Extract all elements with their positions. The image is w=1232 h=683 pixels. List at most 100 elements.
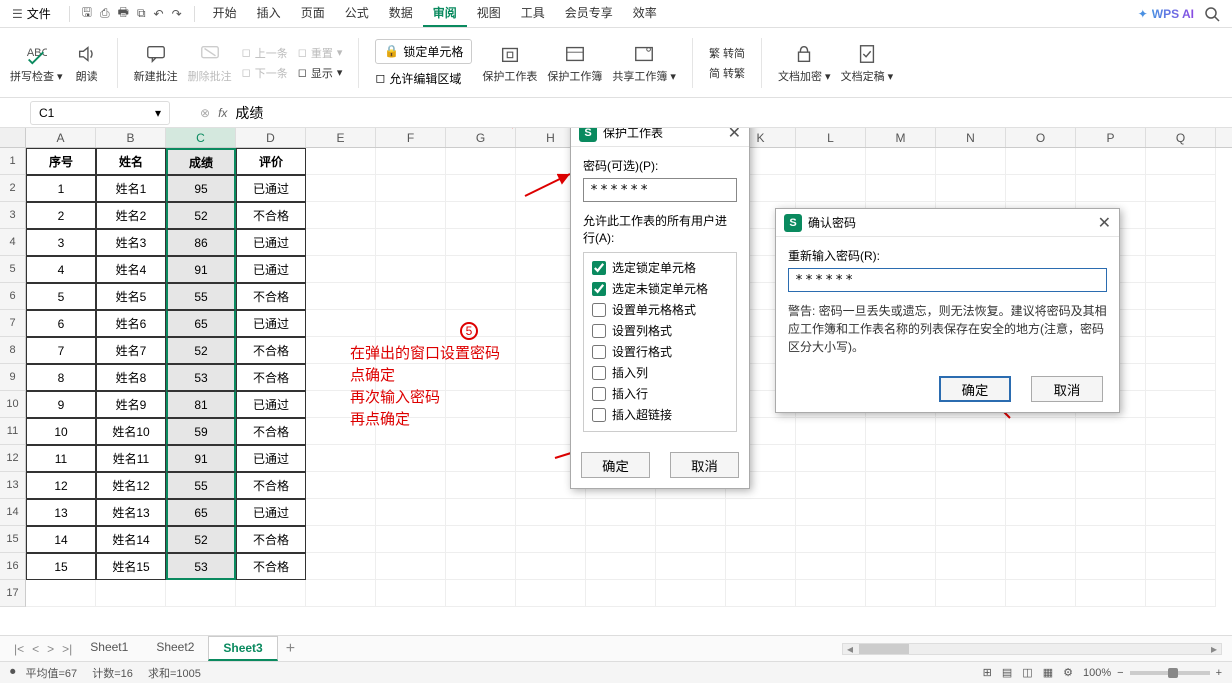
permission-checkbox[interactable] — [592, 303, 606, 317]
doc-encrypt-button[interactable]: 文档加密 ▾ — [778, 42, 831, 84]
cell[interactable] — [656, 553, 726, 580]
menu-tab-工具[interactable]: 工具 — [511, 0, 555, 27]
cell[interactable] — [936, 175, 1006, 202]
cell[interactable] — [376, 526, 446, 553]
read-aloud-button[interactable]: 朗读 — [73, 42, 101, 84]
cell[interactable]: 姓名1 — [96, 175, 166, 202]
cell[interactable] — [376, 175, 446, 202]
cell[interactable] — [1076, 526, 1146, 553]
cell[interactable]: 53 — [166, 553, 236, 580]
cell[interactable]: 55 — [166, 472, 236, 499]
file-menu[interactable]: 文件 — [27, 5, 51, 22]
cell[interactable] — [376, 148, 446, 175]
permission-item[interactable]: 插入列 — [588, 362, 732, 383]
cell[interactable]: 10 — [26, 418, 96, 445]
cell[interactable] — [1146, 337, 1216, 364]
cell[interactable] — [796, 148, 866, 175]
zoom-out-icon[interactable]: − — [1117, 667, 1123, 679]
permission-item[interactable]: 设置列格式 — [588, 320, 732, 341]
cell[interactable] — [376, 499, 446, 526]
cell[interactable]: 不合格 — [236, 472, 306, 499]
protect-workbook-button[interactable]: 保护工作簿 — [547, 42, 602, 84]
menu-tab-插入[interactable]: 插入 — [247, 0, 291, 27]
spreadsheet-grid[interactable]: ABCDEFGHIJKLMNOPQ 1序号姓名成绩评价21姓名195已通过32姓… — [0, 128, 1232, 608]
cell[interactable] — [446, 580, 516, 607]
row-header[interactable]: 1 — [0, 148, 26, 175]
scroll-thumb[interactable] — [859, 644, 909, 654]
cell[interactable] — [446, 472, 516, 499]
cell[interactable]: 已通过 — [236, 499, 306, 526]
select-all-corner[interactable] — [0, 128, 26, 147]
cell[interactable] — [866, 499, 936, 526]
print-preview-icon[interactable]: ⎙ — [100, 6, 110, 21]
cell[interactable] — [726, 526, 796, 553]
row-header[interactable]: 14 — [0, 499, 26, 526]
cell[interactable] — [306, 580, 376, 607]
cell[interactable] — [1146, 148, 1216, 175]
cell[interactable]: 姓名12 — [96, 472, 166, 499]
cell[interactable]: 不合格 — [236, 283, 306, 310]
cell[interactable] — [1146, 175, 1216, 202]
cell[interactable] — [1076, 418, 1146, 445]
search-icon[interactable] — [1204, 6, 1220, 22]
cell[interactable] — [306, 202, 376, 229]
cell[interactable]: 12 — [26, 472, 96, 499]
cell[interactable]: 序号 — [26, 148, 96, 175]
cell[interactable] — [726, 553, 796, 580]
cell[interactable] — [936, 418, 1006, 445]
row-header[interactable]: 2 — [0, 175, 26, 202]
col-header-C[interactable]: C — [166, 128, 236, 147]
cell[interactable] — [1006, 418, 1076, 445]
cell[interactable] — [376, 310, 446, 337]
cell[interactable]: 5 — [26, 283, 96, 310]
cell[interactable]: 8 — [26, 364, 96, 391]
cell[interactable] — [1146, 202, 1216, 229]
cell[interactable] — [446, 229, 516, 256]
cell[interactable] — [446, 256, 516, 283]
close-icon[interactable]: ✕ — [1098, 213, 1111, 233]
cell[interactable] — [1006, 499, 1076, 526]
confirm-password-input[interactable] — [788, 268, 1107, 292]
col-header-L[interactable]: L — [796, 128, 866, 147]
cell[interactable]: 不合格 — [236, 337, 306, 364]
cell[interactable] — [1076, 148, 1146, 175]
cell[interactable] — [796, 580, 866, 607]
cell[interactable]: 姓名14 — [96, 526, 166, 553]
cell[interactable] — [586, 553, 656, 580]
cell[interactable] — [936, 445, 1006, 472]
cell[interactable] — [866, 526, 936, 553]
save-icon[interactable]: 🖫 — [82, 3, 92, 24]
sheet-tab-Sheet3[interactable]: Sheet3 — [208, 636, 277, 661]
cell[interactable] — [1076, 499, 1146, 526]
cell[interactable] — [936, 580, 1006, 607]
first-sheet-icon[interactable]: |< — [14, 642, 24, 656]
chevron-down-icon[interactable]: ▾ — [155, 106, 161, 120]
cell[interactable] — [446, 148, 516, 175]
cell[interactable] — [1146, 310, 1216, 337]
cell[interactable] — [936, 526, 1006, 553]
col-header-A[interactable]: A — [26, 128, 96, 147]
cell[interactable] — [306, 472, 376, 499]
cell[interactable] — [446, 310, 516, 337]
cell[interactable] — [1146, 256, 1216, 283]
cell[interactable]: 姓名3 — [96, 229, 166, 256]
cell[interactable] — [1006, 580, 1076, 607]
cell[interactable]: 52 — [166, 337, 236, 364]
cell[interactable]: 姓名4 — [96, 256, 166, 283]
cell[interactable]: 已通过 — [236, 256, 306, 283]
permission-checkbox[interactable] — [592, 345, 606, 359]
close-icon[interactable]: ✕ — [728, 128, 741, 143]
cell[interactable] — [1076, 175, 1146, 202]
menu-tab-审阅[interactable]: 审阅 — [423, 0, 467, 27]
view-pagebreak-icon[interactable]: ▦ — [1043, 666, 1053, 679]
cell[interactable]: 不合格 — [236, 526, 306, 553]
cell[interactable]: 59 — [166, 418, 236, 445]
cell[interactable] — [866, 445, 936, 472]
name-box[interactable]: C1 ▾ — [30, 101, 170, 125]
menu-tab-视图[interactable]: 视图 — [467, 0, 511, 27]
cell[interactable] — [376, 553, 446, 580]
cell[interactable] — [866, 175, 936, 202]
zoom-slider[interactable] — [1130, 671, 1210, 675]
cell[interactable] — [796, 553, 866, 580]
row-header[interactable]: 12 — [0, 445, 26, 472]
